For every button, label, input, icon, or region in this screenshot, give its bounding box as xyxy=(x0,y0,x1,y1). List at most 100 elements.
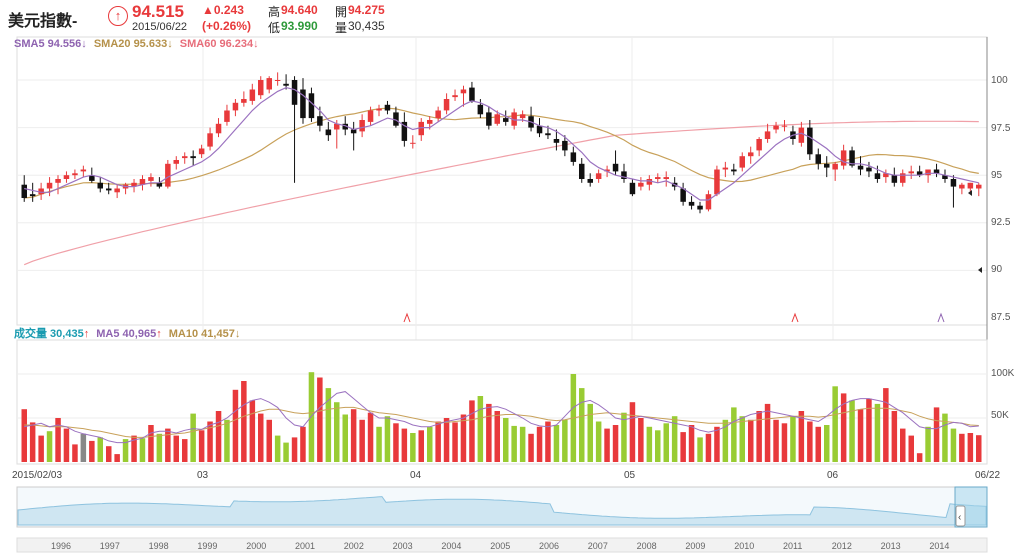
volume-bar xyxy=(815,426,821,462)
navigator-year-label: 2004 xyxy=(441,541,462,551)
candle-body xyxy=(714,169,720,195)
volume-bar xyxy=(832,386,838,462)
navigator-year-label: 2008 xyxy=(636,541,657,551)
volume-bar xyxy=(452,422,458,462)
candle-body xyxy=(72,173,78,176)
volume-bar xyxy=(241,381,247,462)
volume-legend: 成交量 30,435↑ MA5 40,965↑ MA10 41,457↓ xyxy=(14,325,240,341)
volume-bar xyxy=(393,423,399,462)
volume-bar xyxy=(900,428,906,462)
candle-body xyxy=(486,112,492,126)
volume-bar xyxy=(342,414,348,462)
volume-bar xyxy=(849,400,855,462)
chevron-left-icon[interactable]: ‹ xyxy=(958,512,961,523)
candle-body xyxy=(553,139,560,143)
volume-bar xyxy=(359,419,365,462)
price-tick: 100 xyxy=(991,75,1008,86)
volume-bar xyxy=(182,439,188,462)
volume-bar xyxy=(908,435,914,462)
stock-chart[interactable]: ‹ xyxy=(0,0,1024,557)
candle-body xyxy=(688,201,695,206)
volume-bar xyxy=(553,425,560,462)
volume-bar xyxy=(97,437,103,462)
candle-body xyxy=(29,194,36,197)
candle-body xyxy=(536,125,543,134)
candle-body xyxy=(967,182,974,189)
volume-bar xyxy=(486,403,492,462)
volume-bar xyxy=(967,433,974,462)
volume-bar xyxy=(38,435,44,462)
candle-body xyxy=(815,154,821,164)
candle-body xyxy=(629,182,636,195)
volume-bar xyxy=(494,411,500,462)
navigator-year-label: 2005 xyxy=(490,541,511,551)
volume-bar xyxy=(190,413,196,462)
candle-body xyxy=(114,188,120,193)
candle-body xyxy=(367,110,374,122)
volume-bar xyxy=(950,428,957,462)
volume-bar xyxy=(959,433,965,462)
volume-bar xyxy=(46,431,53,462)
legend-vol-ma5: MA5 40,965↑ xyxy=(96,328,162,340)
candle-body xyxy=(266,78,272,90)
volume-bar xyxy=(232,389,239,462)
volume-bar xyxy=(460,414,467,462)
candle-body xyxy=(359,120,365,132)
price-tick: 97.5 xyxy=(991,123,1011,134)
candle-body xyxy=(308,93,315,119)
volume-bar xyxy=(283,442,289,462)
candle-body xyxy=(241,99,247,103)
x-axis-label: 06 xyxy=(827,470,839,481)
candle-body xyxy=(469,87,475,101)
candle-body xyxy=(697,205,703,210)
volume-bar xyxy=(739,416,745,462)
candle-body xyxy=(21,184,27,198)
volume-bar xyxy=(156,433,163,462)
candle-body xyxy=(427,120,433,124)
navigator-year-label: 2001 xyxy=(295,541,316,551)
candle-body xyxy=(612,163,619,172)
volume-bar xyxy=(224,419,230,462)
candle-body xyxy=(55,179,61,183)
candle-body xyxy=(579,163,585,179)
price-tick: 87.5 xyxy=(991,312,1011,323)
volume-bar xyxy=(258,413,264,462)
volume-bar xyxy=(646,426,653,462)
volume-bar xyxy=(317,377,323,462)
x-axis-label: 2015/02/03 xyxy=(12,470,63,481)
volume-bar xyxy=(595,421,602,462)
candle-body xyxy=(384,104,391,111)
candle-body xyxy=(959,184,965,189)
volume-bar xyxy=(756,411,762,462)
volume-bar xyxy=(427,426,433,462)
volume-bar xyxy=(114,454,120,462)
volume-bar xyxy=(367,412,374,462)
volume-bar xyxy=(731,407,737,462)
volume-bar xyxy=(655,430,661,462)
candle-body xyxy=(655,177,661,179)
volume-bar xyxy=(384,416,391,462)
volume-bar xyxy=(308,372,315,462)
volume-bar xyxy=(933,407,940,462)
volume-bar xyxy=(291,437,298,462)
volume-bar xyxy=(334,402,340,462)
candle-body xyxy=(908,171,914,174)
candle-body xyxy=(46,182,53,189)
legend-sma20: SMA20 95.633↓ xyxy=(93,38,173,50)
candle-body xyxy=(249,89,256,101)
volume-bar xyxy=(266,419,272,462)
candle-body xyxy=(764,131,771,139)
candle-body xyxy=(182,156,188,159)
navigator-year-label: 1996 xyxy=(51,541,72,551)
candle-body xyxy=(80,169,87,172)
candle-body xyxy=(840,150,847,166)
volume-bar xyxy=(629,402,636,462)
volume-bar xyxy=(511,425,517,462)
candle-body xyxy=(460,89,467,94)
candle-body xyxy=(198,148,205,155)
navigator-year-label: 2006 xyxy=(539,541,560,551)
volume-bar xyxy=(874,403,881,462)
volume-bar xyxy=(469,400,475,462)
navigator-year-label: 2003 xyxy=(392,541,413,551)
candle-body xyxy=(519,114,526,119)
